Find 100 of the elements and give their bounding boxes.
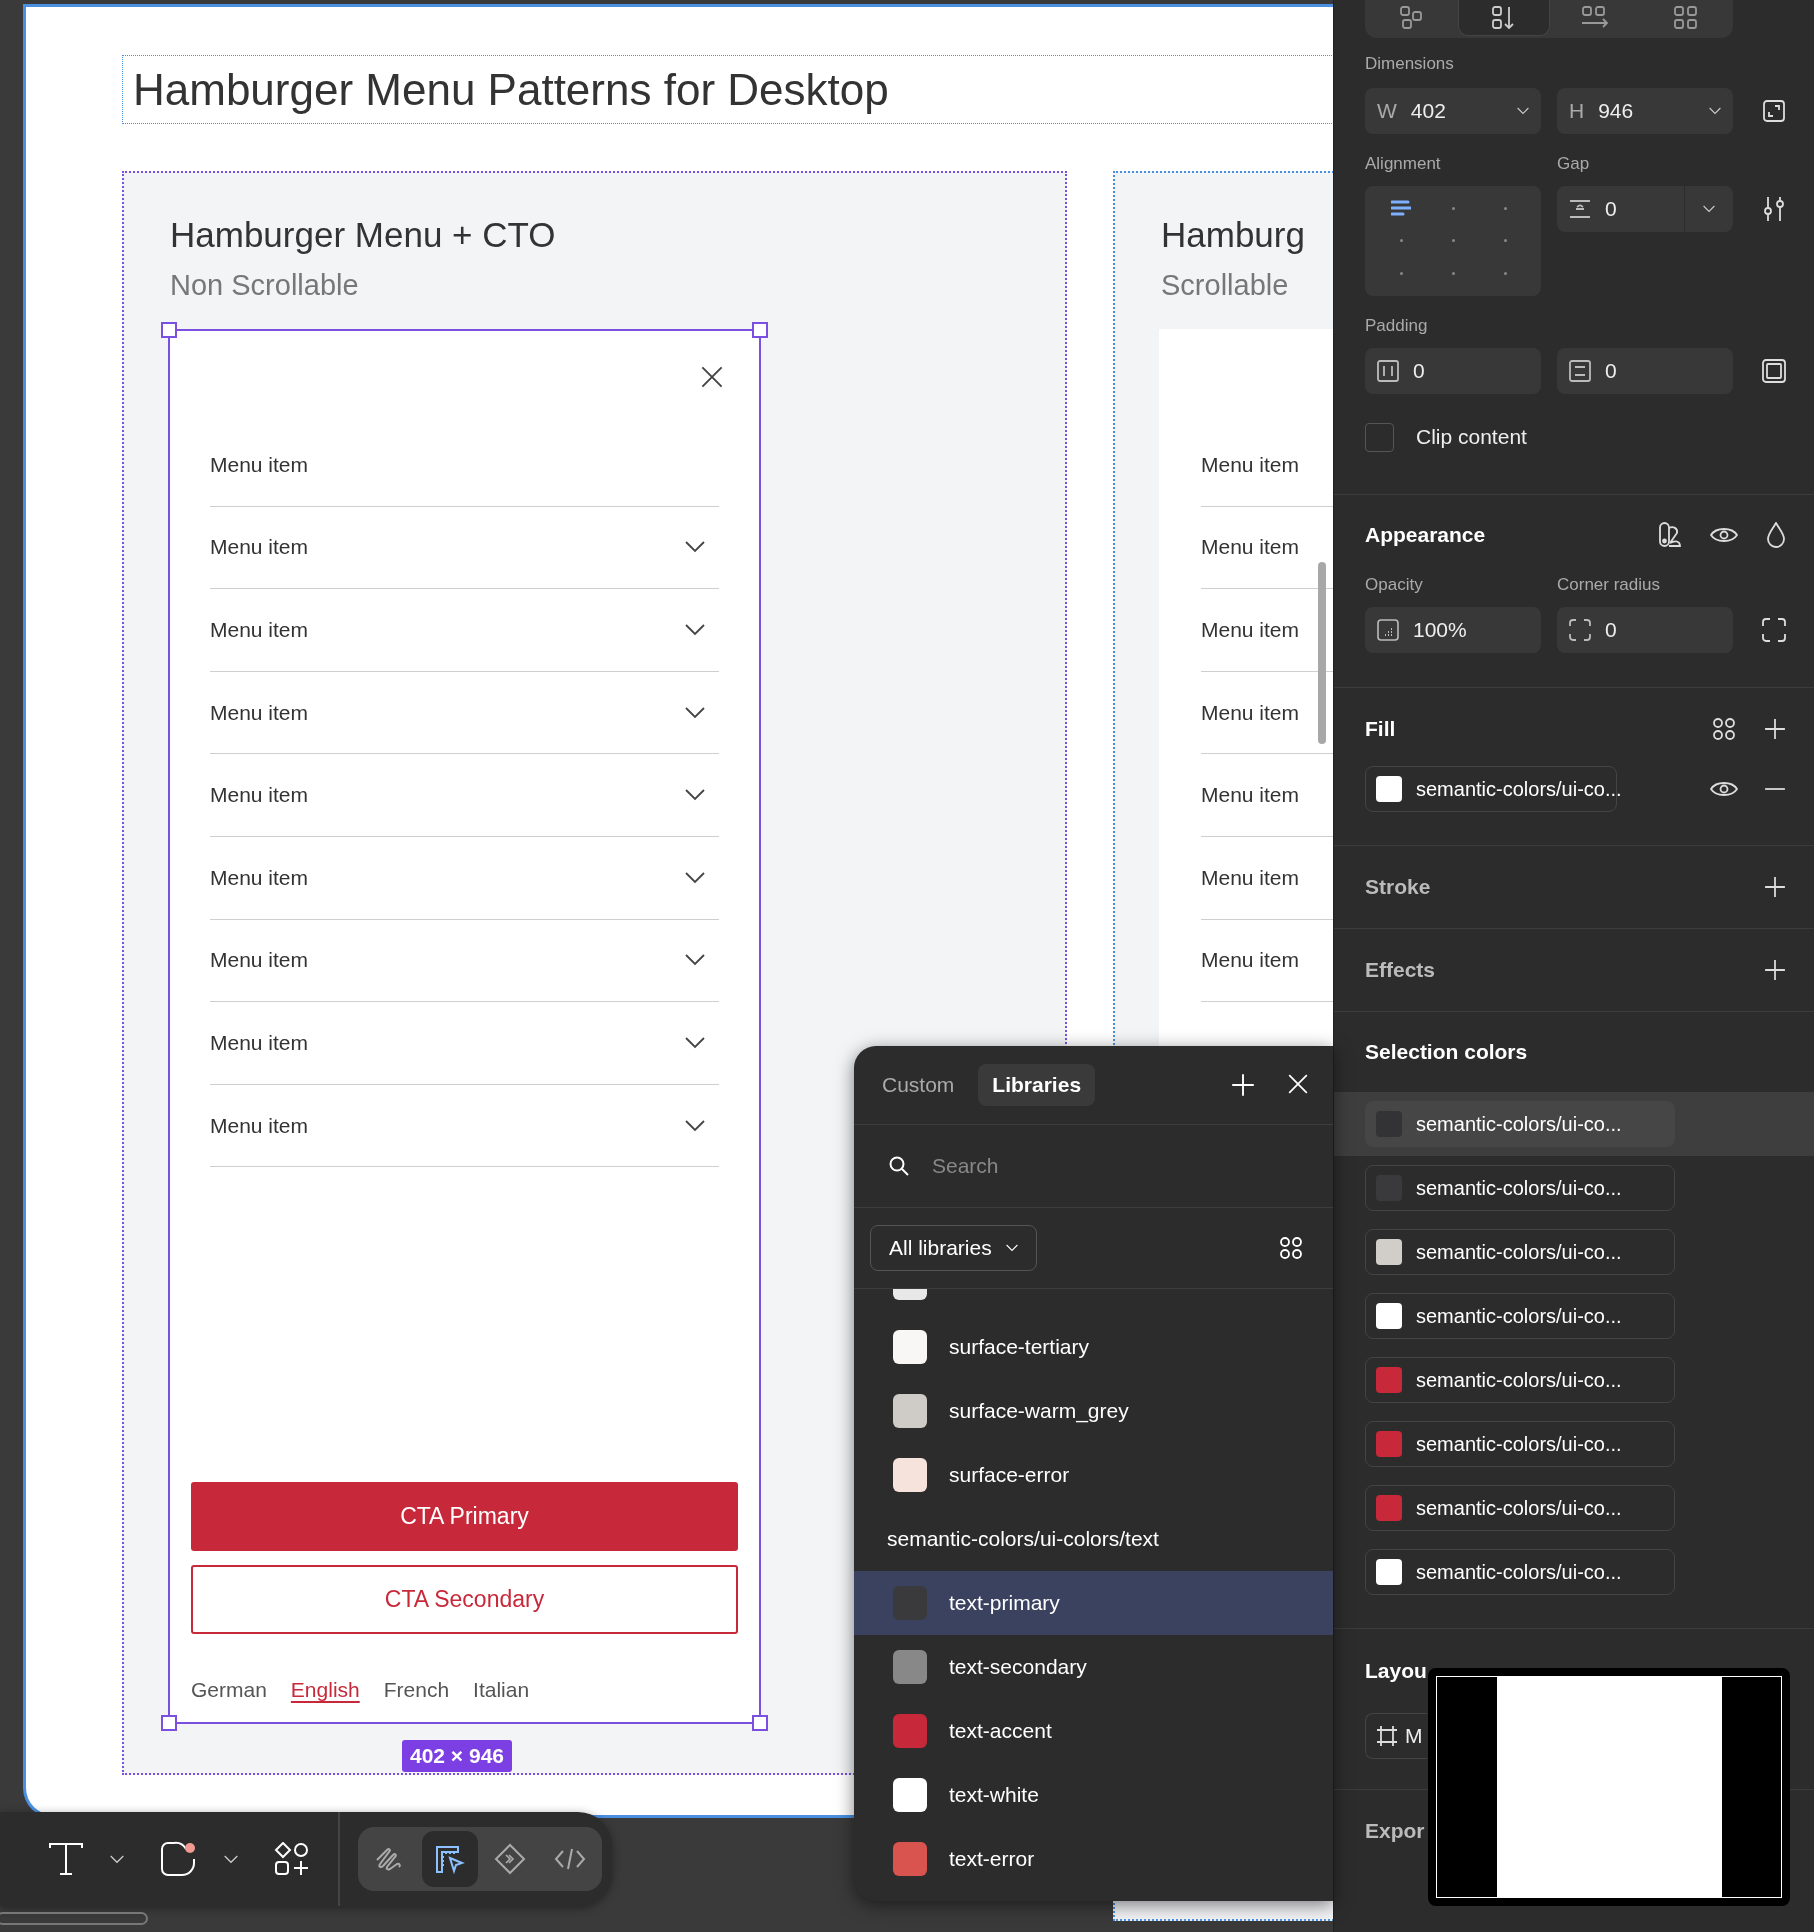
eye-icon[interactable]	[1710, 526, 1738, 544]
section-title: Stroke	[1365, 875, 1431, 899]
selection-outline[interactable]	[161, 322, 768, 1731]
color-style-item[interactable]: text-white	[854, 1763, 1333, 1827]
page-title: Hamburger Menu Patterns for Desktop	[133, 64, 889, 115]
horizontal-padding-icon	[1377, 360, 1399, 382]
variable-mode-icon[interactable]	[1658, 522, 1682, 548]
menu-item-label[interactable]: Menu item	[1201, 948, 1300, 973]
padding-icon[interactable]	[1762, 359, 1786, 383]
language-link[interactable]: Italian	[473, 1678, 530, 1702]
picker-tab[interactable]: Libraries	[978, 1064, 1096, 1106]
color-style-item[interactable]: surface-tertiary	[854, 1315, 1333, 1379]
menu-item-label[interactable]: Menu item	[1201, 618, 1300, 642]
chevron-down-icon[interactable]	[685, 624, 705, 636]
section-title: Selection colors	[1365, 1040, 1528, 1064]
drop-icon[interactable]	[1766, 522, 1786, 548]
design-mode-icon[interactable]	[421, 1831, 478, 1887]
section-title: Expor	[1365, 1819, 1425, 1843]
color-style-item[interactable]: text-secondary	[854, 1635, 1333, 1699]
color-style-item[interactable]: text-accent	[854, 1699, 1333, 1763]
color-style-item[interactable]: surface-warm_grey	[854, 1379, 1333, 1443]
menu-item-label[interactable]: Menu item	[210, 700, 309, 725]
section-label: Alignment	[1365, 154, 1442, 174]
menu-item-label[interactable]: Menu item	[210, 452, 309, 477]
section-title: Effects	[1365, 958, 1436, 982]
layout-vertical-icon[interactable]	[1457, 0, 1550, 36]
checkbox[interactable]	[1365, 422, 1394, 452]
eye-icon[interactable]	[1710, 780, 1738, 798]
menu-item-label[interactable]: Menu item	[1201, 700, 1300, 725]
picker-tab[interactable]: Custom	[868, 1064, 969, 1106]
field-label: Opacity	[1365, 575, 1424, 595]
menu-item-label[interactable]: Menu item	[210, 618, 309, 642]
grid-view-icon[interactable]	[1279, 1236, 1303, 1260]
scrollbar[interactable]	[1318, 562, 1326, 744]
chevron-down-icon[interactable]	[685, 706, 705, 719]
corners-icon[interactable]	[1762, 618, 1786, 642]
corner-radius-field[interactable]: 0	[1557, 607, 1733, 653]
frame-subtitle: Non Scrollable	[170, 269, 359, 302]
color-style-chip[interactable]: semantic-colors/ui-co...	[1365, 1549, 1675, 1595]
add-icon[interactable]	[1764, 959, 1786, 981]
horizontal-scrollbar[interactable]	[0, 1912, 148, 1925]
height-field[interactable]: H 946	[1557, 88, 1733, 134]
chevron-down-icon[interactable]	[685, 1036, 705, 1049]
frame-title: Hamburg	[1161, 215, 1305, 255]
color-style-item-selected[interactable]: text-primary	[854, 1571, 1333, 1635]
menu-item-label[interactable]: Menu item	[1201, 865, 1300, 890]
opacity-icon	[1377, 619, 1399, 641]
language-link[interactable]: French	[383, 1678, 450, 1702]
add-icon[interactable]	[1764, 876, 1786, 898]
section-label: Gap	[1557, 154, 1591, 174]
color-style-chip[interactable]: semantic-colors/ui-co...	[1365, 1229, 1675, 1275]
chevron-down-icon[interactable]	[685, 871, 705, 884]
close-icon[interactable]	[700, 365, 724, 389]
menu-item-label[interactable]: Menu item	[1201, 783, 1300, 808]
gap-field[interactable]: 0	[1557, 186, 1733, 232]
menu-item-label[interactable]: Menu item	[210, 948, 309, 973]
frame-icon	[1376, 1725, 1398, 1747]
library-dropdown[interactable]: All libraries	[870, 1225, 1037, 1271]
color-style-chip[interactable]: semantic-colors/ui-co...	[1365, 1485, 1675, 1531]
alignment-lines-icon[interactable]	[1391, 199, 1411, 218]
color-style-item[interactable]: text-error	[854, 1827, 1333, 1891]
cta-primary-button[interactable]: CTA Primary	[191, 1482, 738, 1551]
chevron-down-icon[interactable]	[685, 541, 705, 554]
vertical-padding-field[interactable]: 0	[1557, 348, 1733, 394]
chevron-down-icon[interactable]	[685, 789, 705, 802]
menu-item-label[interactable]: Menu item	[210, 783, 309, 808]
frame-title: Hamburger Menu + CTO	[170, 215, 556, 255]
sliders-icon[interactable]	[1762, 196, 1786, 222]
color-style-chip[interactable]: semantic-colors/ui-co...	[1365, 1357, 1675, 1403]
section-label: Padding	[1365, 316, 1429, 336]
menu-item-label[interactable]: Menu item	[210, 865, 309, 890]
search-field[interactable]: Search	[932, 1154, 1232, 1178]
menu-item-label[interactable]: Menu item	[210, 535, 309, 560]
text-tool-icon[interactable]	[48, 1842, 84, 1876]
width-field[interactable]: W 402	[1365, 88, 1541, 134]
styles-icon[interactable]	[1712, 717, 1736, 741]
menu-item-label[interactable]: Menu item	[1201, 535, 1300, 560]
color-style-chip[interactable]: semantic-colors/ui-co...	[1365, 1293, 1675, 1339]
color-style-chip[interactable]: semantic-colors/ui-co...	[1365, 1165, 1675, 1211]
selected-row-highlight[interactable]: semantic-colors/ui-co...	[1334, 1092, 1814, 1156]
color-style-chip[interactable]: semantic-colors/ui-co...	[1365, 1421, 1675, 1467]
layout-field[interactable]: M	[1365, 1713, 1427, 1759]
resize-icon[interactable]	[1762, 99, 1786, 123]
menu-item-label[interactable]: Menu item	[210, 1030, 309, 1055]
color-style-item[interactable]: surface-error	[854, 1443, 1333, 1507]
color-style-chip[interactable]: semantic-colors/ui-co...	[1365, 1101, 1675, 1147]
cta-secondary-button[interactable]: CTA Secondary	[191, 1565, 738, 1634]
gap-icon	[1569, 199, 1591, 219]
shape-tool-icon[interactable]	[160, 1841, 198, 1877]
language-link[interactable]: German	[191, 1678, 267, 1702]
opacity-field[interactable]: 100%	[1365, 607, 1541, 653]
horizontal-padding-field[interactable]: 0	[1365, 348, 1541, 394]
chevron-down-icon[interactable]	[685, 954, 705, 967]
checkbox-label: Clip content	[1416, 425, 1527, 449]
menu-item-label[interactable]: Menu item	[1201, 452, 1300, 477]
menu-item-label[interactable]: Menu item	[210, 1113, 309, 1138]
language-link[interactable]: English	[290, 1678, 360, 1702]
add-icon[interactable]	[1764, 718, 1786, 740]
corner-radius-icon	[1569, 619, 1591, 641]
chevron-down-icon[interactable]	[685, 1119, 705, 1132]
